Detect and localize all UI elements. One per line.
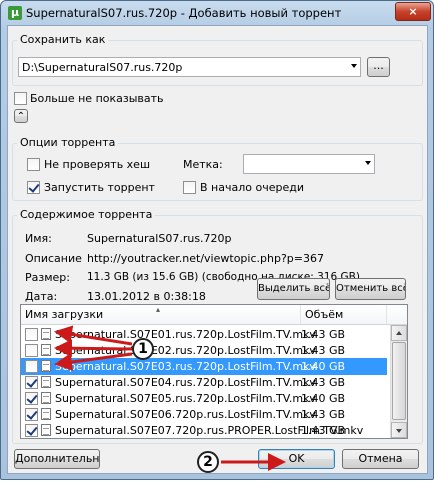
file-size: 1.43 GB [301,344,346,357]
file-row[interactable]: Supernatural.S07E01.rus.720p.LostFilm.TV… [21,326,387,343]
file-name: Supernatural.S07E06.720p.rus.LostFilm.TV… [55,408,316,421]
file-row[interactable]: Supernatural.S07E07.720p.rus.PROPER.Lost… [21,422,387,438]
description-value: http://youtracker.net/viewtopic.php?p=36… [87,252,324,265]
file-row[interactable]: Supernatural.S07E04.rus.720p.LostFilm.TV… [21,374,387,391]
content-legend: Содержимое торрента [17,208,156,221]
file-size: 1.43 GB [301,424,346,437]
save-path-value: D:\SupernaturalS07.rus.720p [22,61,183,74]
file-checkbox[interactable] [25,328,38,341]
file-checkbox[interactable] [25,360,38,373]
label-caption: Метка: [183,158,223,171]
description-key: Описание [25,252,82,265]
close-button[interactable]: × [395,2,431,21]
cancel-button[interactable]: Отмена [342,449,419,469]
file-list[interactable]: Имя загрузки ▴ Объём Supernatural.S07E01… [20,304,408,439]
file-list-header: Имя загрузки ▴ Объём [21,305,407,325]
column-header-size[interactable]: Объём [301,305,387,324]
chevron-down-icon[interactable] [365,161,371,165]
file-size: 1.40 GB [301,360,346,373]
save-as-group: Сохранить как D:\SupernaturalS07.rus.720… [12,33,423,86]
date-key: Дата: [25,290,58,303]
start-torrent-checkbox[interactable] [27,181,40,194]
scroll-thumb[interactable] [392,342,406,420]
chevron-up-icon: ⌃ [16,111,26,122]
file-row[interactable]: Supernatural.S07E05.rus.720p.LostFilm.TV… [21,390,387,407]
name-value: SupernaturalS07.rus.720p [87,232,232,245]
file-checkbox[interactable] [25,408,38,421]
file-checkbox[interactable] [25,376,38,389]
file-icon [41,392,51,404]
window-title: SupernaturalS07.rus.720p - Добавить новы… [26,6,342,20]
sort-ascending-icon: ▴ [156,305,161,314]
file-size: 1.40 GB [301,392,346,405]
dialog-window: µ SupernaturalS07.rus.720p - Добавить но… [0,0,434,480]
column-header-size-label: Объём [305,308,344,321]
file-icon [41,360,51,372]
file-name: Supernatural.S07E01.rus.720p.LostFilm.TV… [55,328,316,341]
column-header-name[interactable]: Имя загрузки ▴ [21,305,301,324]
scroll-down-button[interactable] [391,422,407,438]
file-name: Supernatural.S07E05.rus.720p.LostFilm.TV… [55,392,316,405]
file-name: Supernatural.S07E03.rus.720p.LostFilm.TV… [55,360,316,373]
advanced-button[interactable]: Дополнительно [14,449,100,469]
file-name: Supernatural.S07E04.rus.720p.LostFilm.TV… [55,376,316,389]
torrent-options-group: Опции торрента Не проверять хеш Метка: З… [12,136,423,201]
file-size: 1.43 GB [301,376,346,389]
file-icon [41,344,51,356]
date-value: 13.01.2012 в 0:38:18 [87,290,206,303]
browse-button[interactable]: ... [367,57,390,77]
file-checkbox[interactable] [25,344,38,357]
annotation-badge-1: 1 [132,338,154,360]
file-checkbox[interactable] [25,392,38,405]
utorrent-logo-icon: µ [8,6,22,20]
dialog-body: Сохранить как D:\SupernaturalS07.rus.720… [7,25,428,474]
ok-button[interactable]: OK [258,449,335,469]
file-row[interactable]: Supernatural.S07E06.720p.rus.LostFilm.TV… [21,406,387,423]
annotation-badge-2: 2 [197,451,219,473]
start-torrent-label: Запустить торрент [44,181,155,194]
chevron-down-icon[interactable] [351,64,357,68]
dont-show-label: Больше не показывать [30,92,164,105]
deselect-all-button[interactable]: Отменить всё [335,278,406,300]
skip-hash-label: Не проверять хеш [44,158,151,171]
size-key: Размер: [25,271,70,284]
file-size: 1.43 GB [301,328,346,341]
save-as-legend: Сохранить как [17,33,109,46]
scroll-up-button[interactable] [391,325,407,341]
vertical-scrollbar[interactable] [390,325,407,438]
label-combobox[interactable] [243,154,375,174]
file-row[interactable]: Supernatural.S07E03.rus.720p.LostFilm.TV… [21,358,387,375]
file-icon [41,376,51,388]
file-icon [41,328,51,340]
file-row[interactable]: Supernatural.S07E02.rus.720p.LostFilm.TV… [21,342,387,359]
file-checkbox[interactable] [25,424,38,437]
file-size: 1.43 GB [301,408,346,421]
save-path-combobox[interactable]: D:\SupernaturalS07.rus.720p [18,57,361,77]
file-icon [41,424,51,436]
file-name: Supernatural.S07E02.rus.720p.LostFilm.TV… [55,344,316,357]
column-header-name-label: Имя загрузки [25,308,104,321]
file-icon [41,408,51,420]
collapse-button[interactable]: ⌃ [14,109,28,123]
queue-top-checkbox[interactable] [183,181,196,194]
dont-show-checkbox[interactable] [14,92,27,105]
select-all-button[interactable]: Выделить всё [257,278,330,300]
name-key: Имя: [25,232,52,245]
skip-hash-checkbox[interactable] [27,158,40,171]
options-legend: Опции торрента [17,136,119,149]
queue-top-label: В начало очереди [200,181,304,194]
title-bar[interactable]: µ SupernaturalS07.rus.720p - Добавить но… [1,1,433,25]
